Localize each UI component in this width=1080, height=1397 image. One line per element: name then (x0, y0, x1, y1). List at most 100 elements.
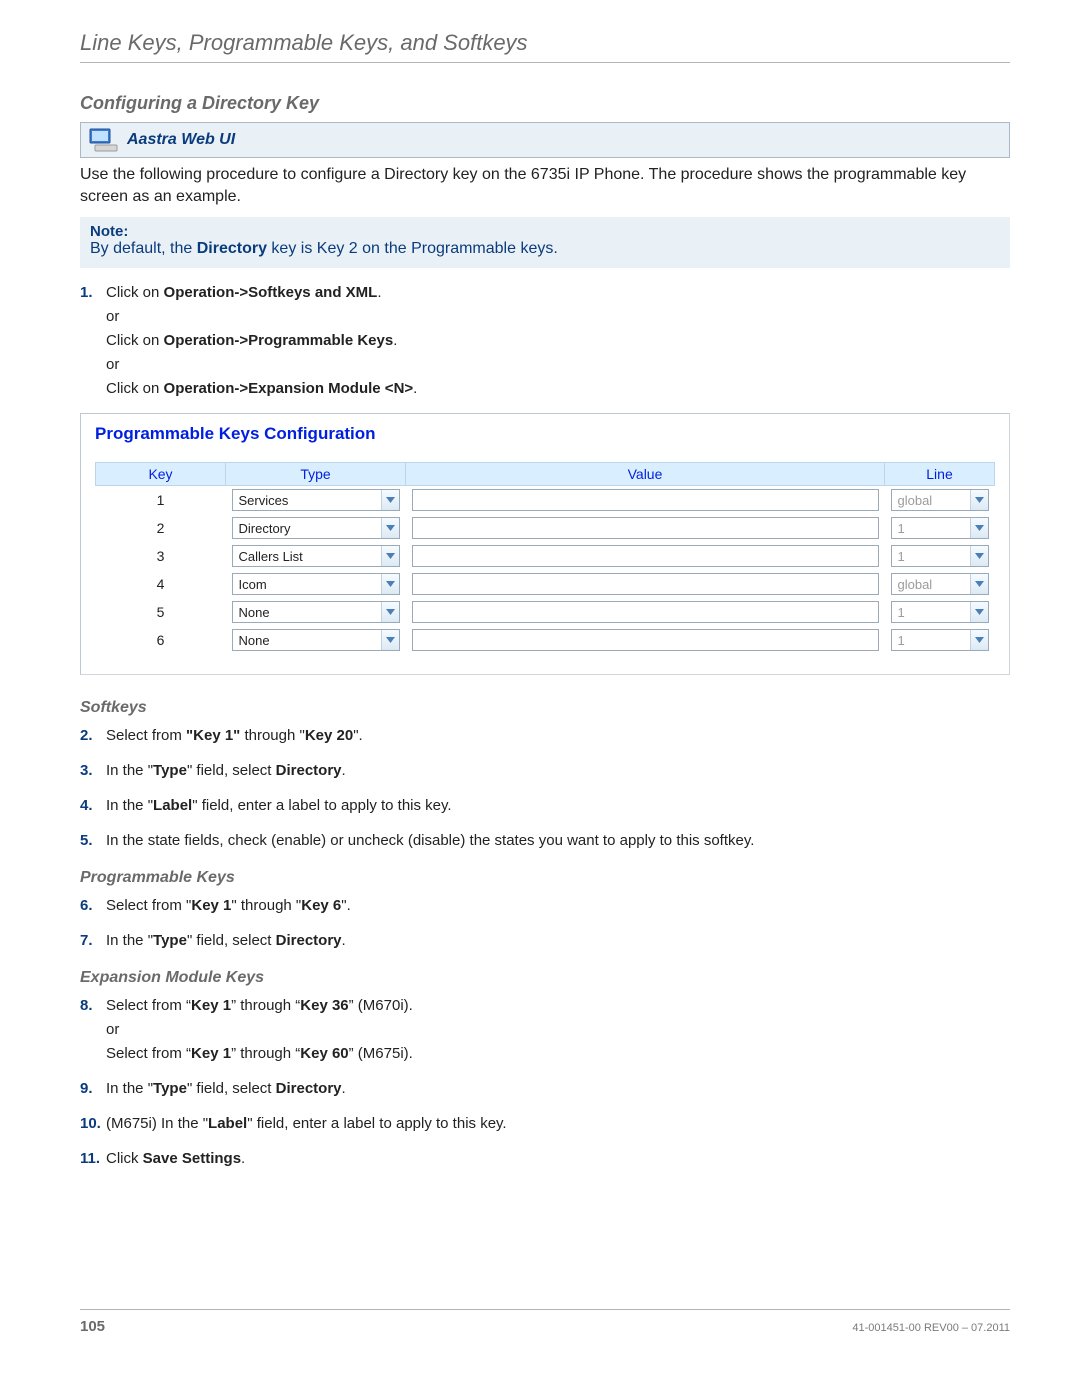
cell-value (406, 542, 885, 570)
chevron-down-icon[interactable] (970, 602, 988, 622)
note-label: Note: (90, 223, 1000, 240)
softkeys-heading: Softkeys (80, 699, 1010, 717)
chevron-down-icon[interactable] (381, 490, 399, 510)
header-type: Type (226, 463, 406, 486)
page: Line Keys, Programmable Keys, and Softke… (0, 0, 1080, 1375)
step-2: 2. Select from "Key 1" through "Key 20". (80, 725, 1010, 746)
value-input[interactable] (412, 573, 879, 595)
table-row: 6 None 1 (96, 626, 995, 654)
dropdown-value: Directory (239, 521, 381, 536)
header-key: Key (96, 463, 226, 486)
page-footer: 105 41-001451-00 REV00 – 07.2011 (80, 1309, 1010, 1335)
dropdown-value: Callers List (239, 549, 381, 564)
line-dropdown[interactable]: global (891, 573, 989, 595)
cell-line: 1 (885, 542, 995, 570)
cell-key: 6 (96, 626, 226, 654)
line-dropdown[interactable]: 1 (891, 545, 989, 567)
cell-line: 1 (885, 598, 995, 626)
cell-key: 5 (96, 598, 226, 626)
screenshot-title: Programmable Keys Configuration (95, 424, 995, 444)
page-number: 105 (80, 1318, 105, 1335)
cell-line: global (885, 570, 995, 598)
chevron-down-icon[interactable] (381, 602, 399, 622)
chevron-down-icon[interactable] (381, 574, 399, 594)
expkeys-steps: 8. Select from “Key 1” through “Key 36” … (80, 995, 1010, 1169)
table-header-row: Key Type Value Line (96, 463, 995, 486)
chevron-down-icon[interactable] (381, 518, 399, 538)
step-5: 5. In the state fields, check (enable) o… (80, 830, 1010, 851)
type-dropdown[interactable]: Services (232, 489, 400, 511)
cell-key: 3 (96, 542, 226, 570)
step-4: 4. In the "Label" field, enter a label t… (80, 795, 1010, 816)
cell-line: 1 (885, 514, 995, 542)
chevron-down-icon[interactable] (381, 630, 399, 650)
cell-type: Callers List (226, 542, 406, 570)
dropdown-value: 1 (898, 521, 970, 536)
value-input[interactable] (412, 489, 879, 511)
step-10: 10. (M675i) In the "Label" field, enter … (80, 1113, 1010, 1134)
divider (80, 62, 1010, 63)
header-line: Line (885, 463, 995, 486)
cell-type: None (226, 598, 406, 626)
dropdown-value: None (239, 633, 381, 648)
value-input[interactable] (412, 601, 879, 623)
progkeys-steps: 6. Select from "Key 1" through "Key 6". … (80, 895, 1010, 951)
chevron-down-icon[interactable] (381, 546, 399, 566)
table-row: 4 Icom global (96, 570, 995, 598)
table-row: 5 None 1 (96, 598, 995, 626)
progkeys-heading: Programmable Keys (80, 869, 1010, 887)
expkeys-heading: Expansion Module Keys (80, 969, 1010, 987)
line-dropdown[interactable]: 1 (891, 629, 989, 651)
chevron-down-icon[interactable] (970, 546, 988, 566)
chevron-down-icon[interactable] (970, 490, 988, 510)
cell-key: 2 (96, 514, 226, 542)
table-row: 1 Services global (96, 486, 995, 515)
step-3: 3. In the "Type" field, select Directory… (80, 760, 1010, 781)
cell-value (406, 570, 885, 598)
softkeys-steps: 2. Select from "Key 1" through "Key 20".… (80, 725, 1010, 851)
chevron-down-icon[interactable] (970, 630, 988, 650)
dropdown-value: 1 (898, 549, 970, 564)
dropdown-value: global (898, 577, 970, 592)
cell-type: Services (226, 486, 406, 515)
line-dropdown[interactable]: 1 (891, 601, 989, 623)
value-input[interactable] (412, 517, 879, 539)
table-row: 3 Callers List 1 (96, 542, 995, 570)
value-input[interactable] (412, 629, 879, 651)
line-dropdown[interactable]: 1 (891, 517, 989, 539)
step-1: 1. Click on Operation->Softkeys and XML.… (80, 282, 1010, 399)
chevron-down-icon[interactable] (970, 518, 988, 538)
type-dropdown[interactable]: Icom (232, 573, 400, 595)
type-dropdown[interactable]: None (232, 601, 400, 623)
step-11: 11. Click Save Settings. (80, 1148, 1010, 1169)
dropdown-value: Icom (239, 577, 381, 592)
screenshot-panel: Programmable Keys Configuration Key Type… (80, 413, 1010, 675)
step-8: 8. Select from “Key 1” through “Key 36” … (80, 995, 1010, 1064)
chevron-down-icon[interactable] (970, 574, 988, 594)
dropdown-value: 1 (898, 633, 970, 648)
table-row: 2 Directory 1 (96, 514, 995, 542)
cell-line: 1 (885, 626, 995, 654)
dropdown-value: global (898, 493, 970, 508)
document-id: 41-001451-00 REV00 – 07.2011 (852, 1322, 1010, 1334)
cell-type: Icom (226, 570, 406, 598)
webui-panel: Aastra Web UI (80, 122, 1010, 158)
step-1-list: 1. Click on Operation->Softkeys and XML.… (80, 282, 1010, 399)
intro-text: Use the following procedure to configure… (80, 164, 1010, 207)
cell-key: 1 (96, 486, 226, 515)
line-dropdown[interactable]: global (891, 489, 989, 511)
cell-value (406, 486, 885, 515)
chapter-title: Line Keys, Programmable Keys, and Softke… (80, 30, 1010, 56)
step-6: 6. Select from "Key 1" through "Key 6". (80, 895, 1010, 916)
header-value: Value (406, 463, 885, 486)
section-title: Configuring a Directory Key (80, 93, 1010, 114)
dropdown-value: 1 (898, 605, 970, 620)
type-dropdown[interactable]: Callers List (232, 545, 400, 567)
cell-type: None (226, 626, 406, 654)
dropdown-value: Services (239, 493, 381, 508)
type-dropdown[interactable]: None (232, 629, 400, 651)
cell-line: global (885, 486, 995, 515)
cell-key: 4 (96, 570, 226, 598)
type-dropdown[interactable]: Directory (232, 517, 400, 539)
value-input[interactable] (412, 545, 879, 567)
